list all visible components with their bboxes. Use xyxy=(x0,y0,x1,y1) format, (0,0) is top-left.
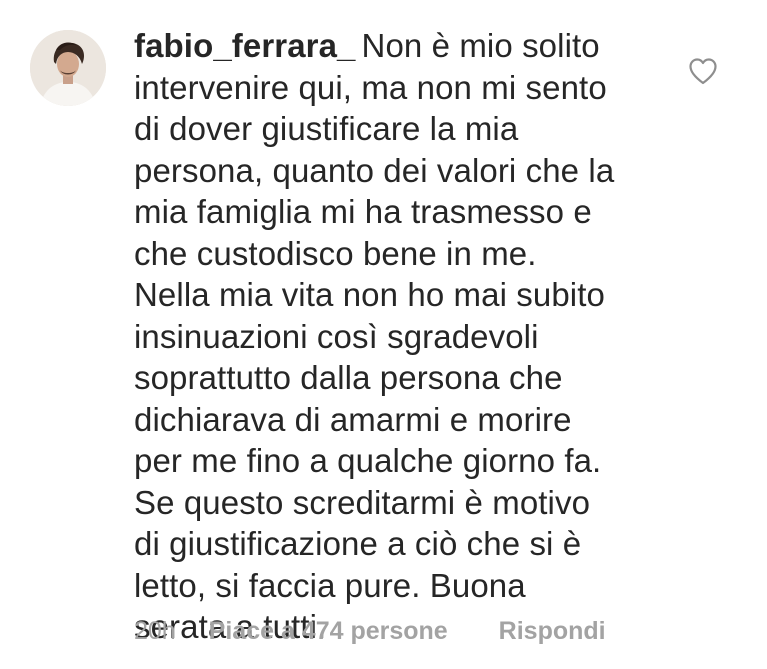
heart-icon[interactable] xyxy=(688,57,718,85)
comment-line: fabio_ferrara_ Non è mio solito xyxy=(134,25,654,67)
comment-time: 20h xyxy=(134,617,176,645)
comment-line: intervenire qui, ma non mi sento xyxy=(134,68,607,106)
likes-count-link[interactable]: Piace a 474 persone xyxy=(209,617,448,646)
comment-line: di giustificazione a ciò che si è xyxy=(134,525,582,562)
comment-text: Non è mio solito xyxy=(361,27,600,64)
comment-line: Nella mia vita non ho mai subito xyxy=(134,276,605,313)
user-avatar-icon xyxy=(30,30,106,106)
username-link[interactable]: fabio_ferrara_ xyxy=(134,27,356,64)
comment: fabio_ferrara_ Non è mio solito interveni… xyxy=(0,0,767,669)
comment-line: di dover giustificare la mia xyxy=(134,110,519,147)
comment-line: insinuazioni così sgradevoli xyxy=(134,317,539,355)
comment-line: mia famiglia mi ha trasmesso e xyxy=(134,193,592,230)
comment-line: che custodisco bene in me. xyxy=(134,234,537,272)
comment-line: per me fino a qualche giorno fa. xyxy=(134,442,602,479)
comment-body: fabio_ferrara_ Non è mio solito interveni… xyxy=(134,25,654,648)
avatar[interactable] xyxy=(30,30,106,106)
comment-line: Se questo screditarmi è motivo xyxy=(134,483,591,521)
comment-line: persona, quanto dei valori che la xyxy=(134,151,615,189)
comment-meta: 20h Piace a 474 persone Rispondi xyxy=(134,617,606,646)
reply-button[interactable]: Rispondi xyxy=(499,617,606,646)
comment-line: soprattutto dalla persona che xyxy=(134,359,563,396)
comment-line: letto, si faccia pure. Buona xyxy=(134,566,526,604)
comment-line: dichiarava di amarmi e morire xyxy=(134,400,572,438)
